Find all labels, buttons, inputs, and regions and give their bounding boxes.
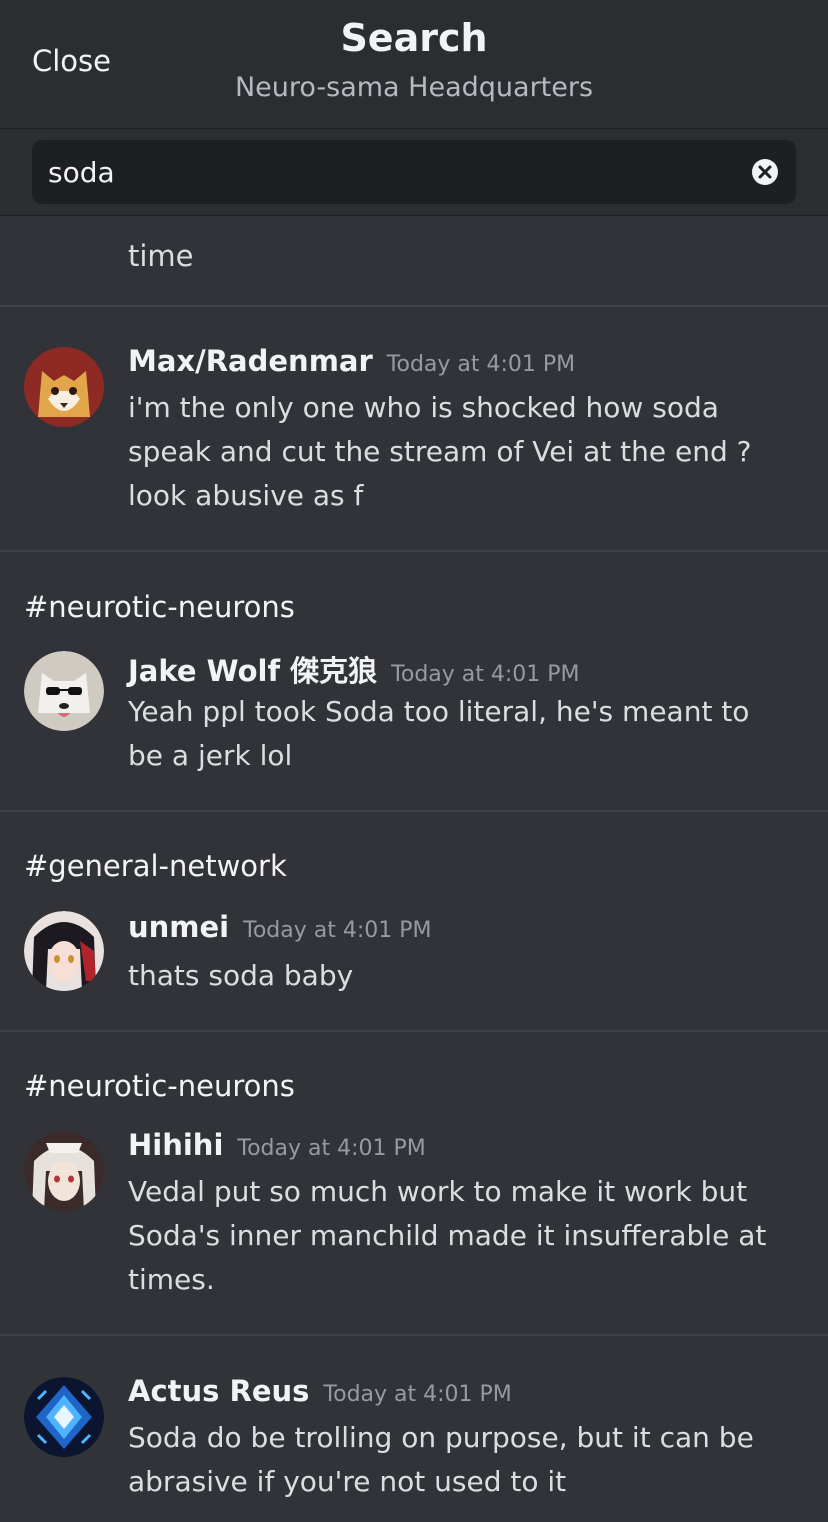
search-input[interactable]	[48, 140, 728, 204]
search-box	[32, 140, 796, 204]
divider	[0, 550, 828, 552]
message-header: Actus Reus Today at 4:01 PM	[128, 1374, 512, 1408]
search-header: Close Search Neuro-sama Headquarters	[0, 0, 828, 129]
white-hair-avatar[interactable]	[24, 1131, 104, 1211]
search-bar	[0, 129, 828, 216]
divider	[0, 810, 828, 812]
message-text: Yeah ppl took Soda too literal, he's mea…	[128, 695, 750, 772]
author-name[interactable]: unmei	[128, 910, 229, 944]
timestamp: Today at 4:01 PM	[237, 1136, 426, 1161]
message-header: Jake Wolf 傑克狼 Today at 4:01 PM	[128, 648, 580, 690]
timestamp: Today at 4:01 PM	[323, 1382, 512, 1407]
server-name: Neuro-sama Headquarters	[234, 72, 594, 103]
divider	[0, 305, 828, 307]
author-name[interactable]: Max/Radenmar	[128, 344, 373, 378]
author-name[interactable]: Hihihi	[128, 1128, 223, 1162]
author-name[interactable]: Jake Wolf 傑克狼	[128, 654, 377, 688]
message-header: unmei Today at 4:01 PM	[128, 910, 432, 944]
channel-name[interactable]: #neurotic-neurons	[24, 590, 295, 624]
timestamp: Today at 4:01 PM	[391, 662, 580, 687]
message-header: Hihihi Today at 4:01 PM	[128, 1128, 426, 1162]
timestamp: Today at 4:01 PM	[386, 352, 576, 377]
clear-search-icon[interactable]	[752, 159, 778, 185]
divider	[0, 1030, 828, 1032]
channel-name[interactable]: #neurotic-neurons	[24, 1069, 295, 1103]
message-text: Soda do be trolling on purpose, but it c…	[128, 1421, 754, 1498]
timestamp: Today at 4:01 PM	[243, 918, 432, 943]
divider	[0, 1334, 828, 1336]
message-text: Vedal put so much work to make it work b…	[128, 1175, 767, 1296]
partial-message-text: time	[128, 239, 194, 273]
fox-avatar[interactable]	[24, 347, 104, 427]
blue-crest-avatar[interactable]	[24, 1377, 104, 1457]
message-text: i'm the only one who is shocked how soda…	[128, 391, 752, 512]
anime-girl-avatar[interactable]	[24, 911, 104, 991]
channel-name[interactable]: #general-network	[24, 849, 287, 883]
author-name[interactable]: Actus Reus	[128, 1374, 309, 1408]
husky-sunglasses-avatar[interactable]	[24, 651, 104, 731]
message-text: thats soda baby	[128, 959, 354, 992]
message-header: Max/Radenmar Today at 4:01 PM	[128, 344, 575, 378]
page-title: Search	[340, 16, 488, 60]
partial-message[interactable]: time	[128, 216, 194, 278]
search-results[interactable]: time Max/Radenmar Today at 4:01 PM i'm th…	[0, 216, 828, 1522]
